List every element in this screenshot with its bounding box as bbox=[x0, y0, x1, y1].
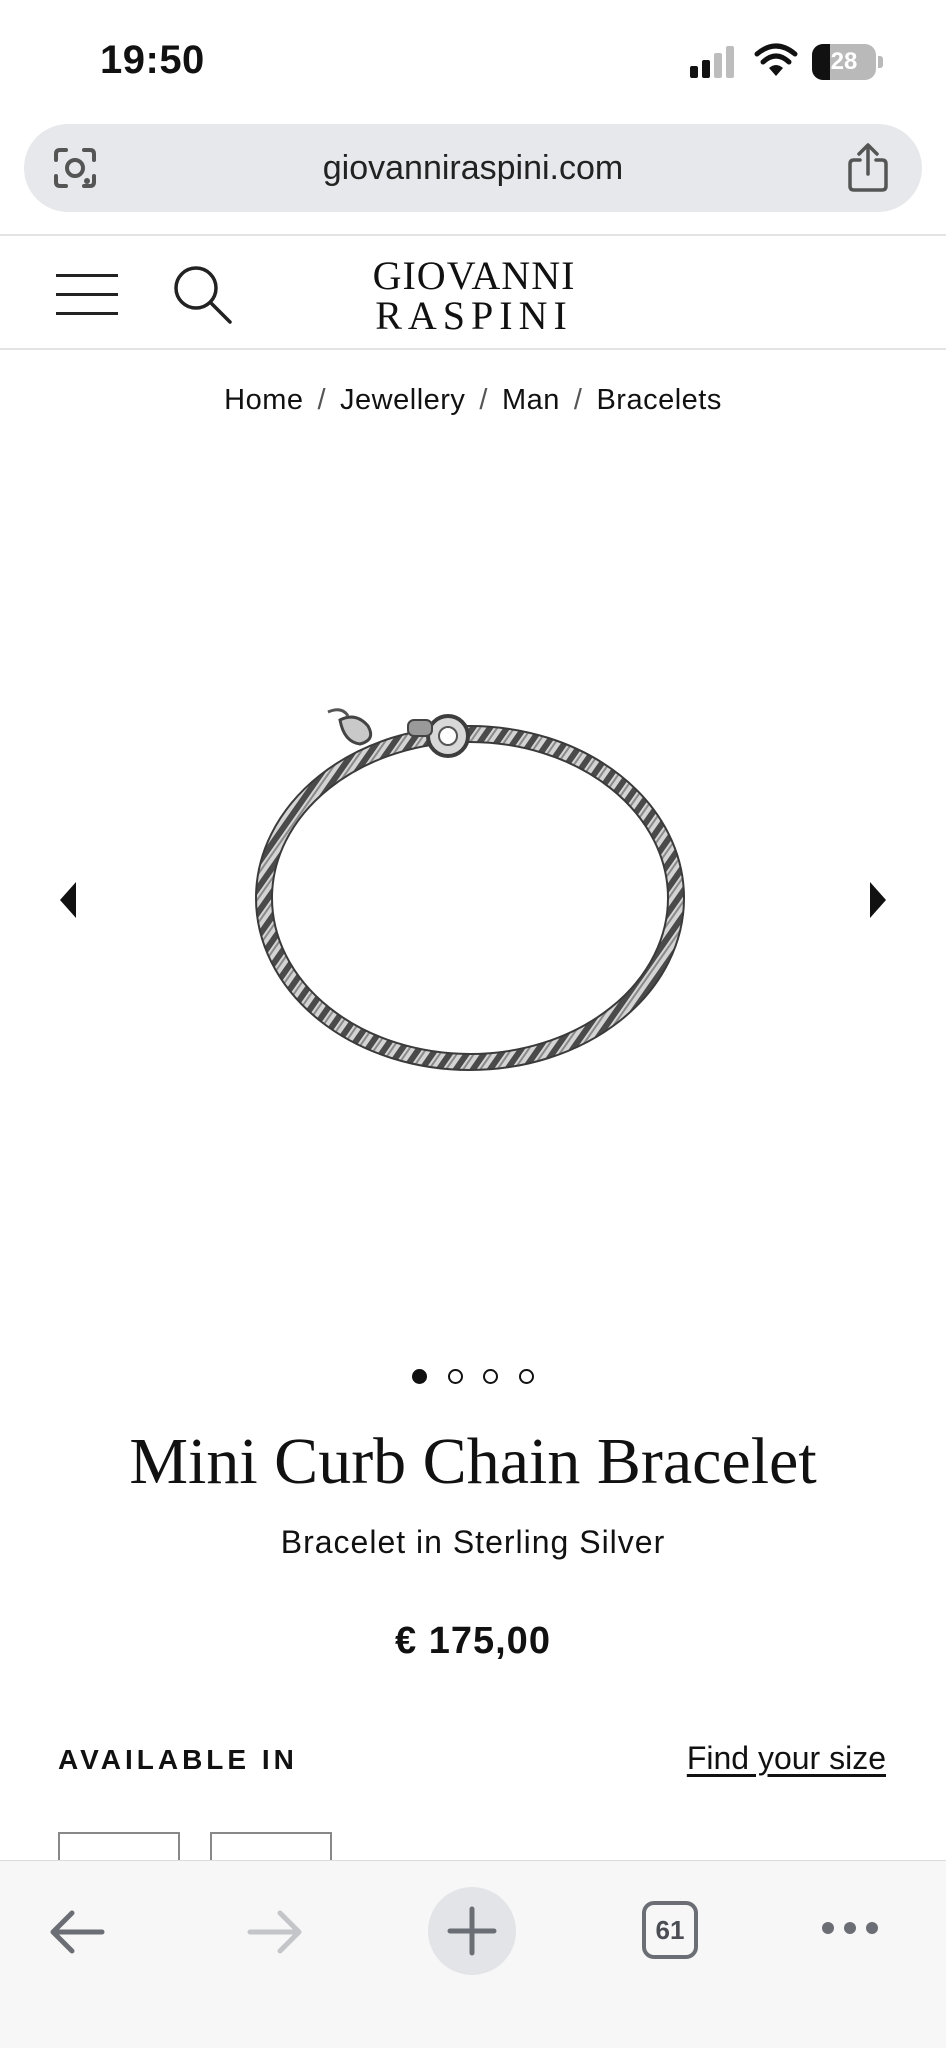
tabs-count-button[interactable]: 61 bbox=[642, 1901, 698, 1959]
product-price: € 175,00 bbox=[395, 1620, 551, 1662]
breadcrumb-separator: / bbox=[479, 384, 488, 416]
browser-toolbar: 61 bbox=[0, 1860, 946, 2048]
search-icon[interactable] bbox=[170, 262, 234, 326]
back-arrow-icon[interactable] bbox=[48, 1909, 106, 1955]
find-your-size-link[interactable]: Find your size bbox=[687, 1740, 886, 1777]
breadcrumb: Home / Jewellery / Man / Bracelets bbox=[0, 384, 946, 417]
header-bottom-divider bbox=[0, 348, 946, 350]
battery-indicator: 28 bbox=[812, 44, 884, 80]
breadcrumb-man[interactable]: Man bbox=[502, 384, 560, 416]
breadcrumb-jewellery[interactable]: Jewellery bbox=[340, 384, 465, 416]
gallery-pagination bbox=[0, 1368, 946, 1388]
logo-line-2: RASPINI bbox=[375, 293, 573, 338]
gallery-dot-3[interactable] bbox=[483, 1369, 499, 1385]
logo-line-1: GIOVANNI bbox=[372, 253, 576, 298]
wifi-icon bbox=[754, 43, 798, 76]
breadcrumb-bracelets[interactable]: Bracelets bbox=[596, 384, 721, 416]
brand-logo[interactable]: GIOVANNI RASPINI bbox=[346, 256, 602, 336]
status-time: 19:50 bbox=[100, 38, 205, 82]
gallery-dot-2[interactable] bbox=[447, 1369, 463, 1385]
gallery-dot-1[interactable] bbox=[412, 1369, 428, 1385]
forward-arrow-icon[interactable] bbox=[246, 1909, 304, 1955]
breadcrumb-separator: / bbox=[573, 384, 583, 416]
more-icon[interactable] bbox=[820, 1919, 880, 1937]
product-title: Mini Curb Chain Bracelet bbox=[129, 1425, 817, 1498]
share-icon[interactable] bbox=[846, 142, 890, 192]
plus-icon bbox=[447, 1906, 497, 1956]
breadcrumb-separator: / bbox=[317, 384, 327, 416]
gallery-next-arrow-icon[interactable] bbox=[868, 880, 888, 920]
breadcrumb-home[interactable]: Home bbox=[224, 384, 303, 416]
cellular-signal-icon bbox=[690, 46, 734, 78]
product-image-bracelet bbox=[255, 708, 685, 1071]
url-text[interactable]: giovanniraspini.com bbox=[144, 124, 802, 212]
gallery-prev-arrow-icon[interactable] bbox=[58, 880, 78, 920]
gallery-dot-4[interactable] bbox=[518, 1369, 534, 1385]
address-bar[interactable]: giovanniraspini.com bbox=[24, 124, 922, 212]
header-top-divider bbox=[0, 234, 946, 236]
available-in-label: AVAILABLE IN bbox=[58, 1744, 298, 1775]
hamburger-menu-icon[interactable] bbox=[56, 272, 118, 318]
camera-search-icon[interactable] bbox=[52, 146, 98, 190]
status-bar: 19:50 28 bbox=[0, 0, 946, 118]
new-tab-button[interactable] bbox=[428, 1887, 516, 1975]
product-subtitle: Bracelet in Sterling Silver bbox=[280, 1524, 666, 1560]
battery-level: 28 bbox=[830, 48, 858, 75]
